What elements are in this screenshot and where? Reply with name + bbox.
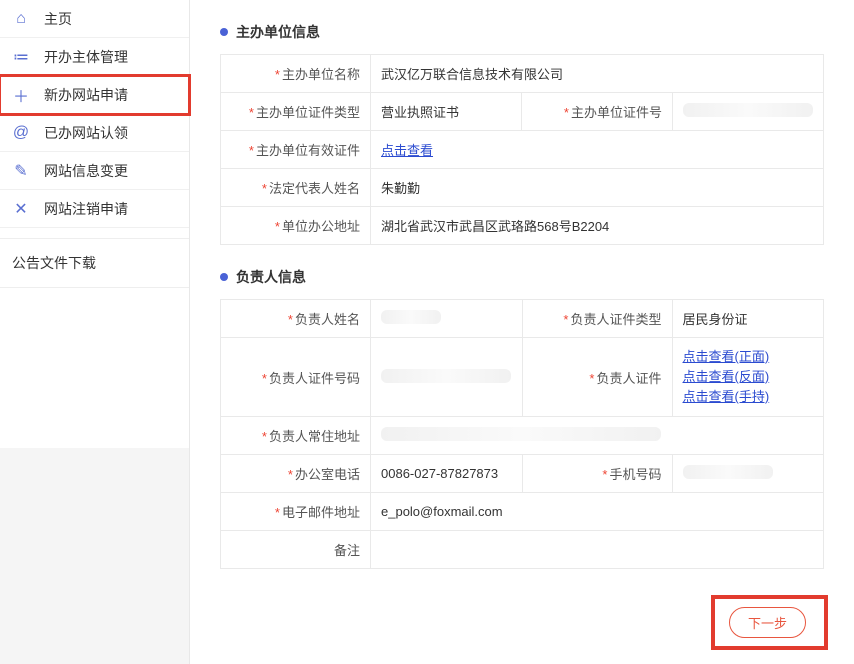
sidebar: ⌂ 主页 ≔ 开办主体管理 ＋ 新办网站申请 @ 已办网站认领 ✎ 网站信息变更… <box>0 0 190 664</box>
section-title-org: 主办单位信息 <box>220 22 824 42</box>
section-title-person: 负责人信息 <box>220 267 824 287</box>
value-office-addr: 湖北省武汉市武昌区武珞路568号B2204 <box>371 207 824 245</box>
value-org-name: 武汉亿万联合信息技术有限公司 <box>371 55 824 93</box>
value-cert-no <box>673 93 824 131</box>
close-icon: ✕ <box>12 199 30 219</box>
label-person-addr: *负责人常住地址 <box>221 417 371 455</box>
label-person-name: *负责人姓名 <box>221 300 371 338</box>
list-icon: ≔ <box>12 47 30 67</box>
sidebar-item-label: 主页 <box>44 9 72 29</box>
next-button[interactable]: 下一步 <box>729 607 806 638</box>
value-cert-type: 营业执照证书 <box>371 93 522 131</box>
edit-icon: ✎ <box>12 161 30 181</box>
value-office-tel: 0086-027-87827873 <box>371 455 523 493</box>
sidebar-item-label: 网站注销申请 <box>44 199 128 219</box>
label-valid-cert: *主办单位有效证件 <box>221 131 371 169</box>
label-legal-name: *法定代表人姓名 <box>221 169 371 207</box>
bullet-icon <box>220 273 228 281</box>
redacted-value <box>683 465 773 479</box>
label-cert-no: *主办单位证件号 <box>522 93 673 131</box>
value-email: e_polo@foxmail.com <box>371 493 824 531</box>
redacted-value <box>381 427 661 441</box>
sidebar-filler <box>0 448 189 664</box>
sidebar-item-claim-site[interactable]: @ 已办网站认领 <box>0 114 189 152</box>
label-id-file: *负责人证件 <box>522 338 672 417</box>
section-title-text: 负责人信息 <box>236 267 306 287</box>
nav-list: ⌂ 主页 ≔ 开办主体管理 ＋ 新办网站申请 @ 已办网站认领 ✎ 网站信息变更… <box>0 0 189 228</box>
value-remark <box>371 531 824 569</box>
sidebar-item-site-edit[interactable]: ✎ 网站信息变更 <box>0 152 189 190</box>
sidebar-item-label: 已办网站认领 <box>44 123 128 143</box>
value-id-type: 居民身份证 <box>672 300 824 338</box>
announcement-download[interactable]: 公告文件下载 <box>0 239 189 288</box>
home-icon: ⌂ <box>12 10 30 28</box>
sidebar-item-org-manage[interactable]: ≔ 开办主体管理 <box>0 38 189 76</box>
sidebar-item-new-site-apply[interactable]: ＋ 新办网站申请 <box>0 76 189 114</box>
value-id-file: 点击查看(正面) 点击查看(反面) 点击查看(手持) <box>672 338 824 417</box>
value-legal-name: 朱勤勤 <box>371 169 824 207</box>
sidebar-item-site-cancel[interactable]: ✕ 网站注销申请 <box>0 190 189 228</box>
label-id-no: *负责人证件号码 <box>221 338 371 417</box>
sidebar-item-home[interactable]: ⌂ 主页 <box>0 0 189 38</box>
label-mobile: *手机号码 <box>522 455 672 493</box>
sidebar-item-label: 开办主体管理 <box>44 47 128 67</box>
id-hold-link[interactable]: 点击查看(手持) <box>683 387 814 407</box>
section-person-info: 负责人信息 *负责人姓名 *负责人证件类型 居民身份证 *负责人证件号码 *负责… <box>220 267 824 569</box>
id-front-link[interactable]: 点击查看(正面) <box>683 347 814 367</box>
id-back-link[interactable]: 点击查看(反面) <box>683 367 814 387</box>
label-remark: 备注 <box>221 531 371 569</box>
footer: 下一步 <box>715 599 824 646</box>
label-email: *电子邮件地址 <box>221 493 371 531</box>
sidebar-lower: 公告文件下载 <box>0 238 189 288</box>
person-info-table: *负责人姓名 *负责人证件类型 居民身份证 *负责人证件号码 *负责人证件 点击… <box>220 299 824 569</box>
value-person-addr <box>371 417 824 455</box>
at-icon: @ <box>12 124 30 142</box>
label-office-tel: *办公室电话 <box>221 455 371 493</box>
redacted-value <box>381 310 441 324</box>
value-id-no <box>371 338 523 417</box>
label-office-addr: *单位办公地址 <box>221 207 371 245</box>
org-info-table: *主办单位名称 武汉亿万联合信息技术有限公司 *主办单位证件类型 营业执照证书 … <box>220 54 824 245</box>
value-valid-cert: 点击查看 <box>371 131 824 169</box>
label-org-name: *主办单位名称 <box>221 55 371 93</box>
redacted-value <box>381 369 511 383</box>
sidebar-item-label: 网站信息变更 <box>44 161 128 181</box>
section-org-info: 主办单位信息 *主办单位名称 武汉亿万联合信息技术有限公司 *主办单位证件类型 … <box>220 22 824 245</box>
bullet-icon <box>220 28 228 36</box>
main-content: 主办单位信息 *主办单位名称 武汉亿万联合信息技术有限公司 *主办单位证件类型 … <box>190 0 854 664</box>
label-id-type: *负责人证件类型 <box>522 300 672 338</box>
section-title-text: 主办单位信息 <box>236 22 320 42</box>
plus-icon: ＋ <box>12 83 30 107</box>
value-person-name <box>371 300 523 338</box>
view-cert-link[interactable]: 点击查看 <box>381 143 433 158</box>
value-mobile <box>672 455 824 493</box>
label-cert-type: *主办单位证件类型 <box>221 93 371 131</box>
redacted-value <box>683 103 813 117</box>
sidebar-item-label: 新办网站申请 <box>44 85 128 105</box>
next-button-highlight-frame: 下一步 <box>715 599 824 646</box>
